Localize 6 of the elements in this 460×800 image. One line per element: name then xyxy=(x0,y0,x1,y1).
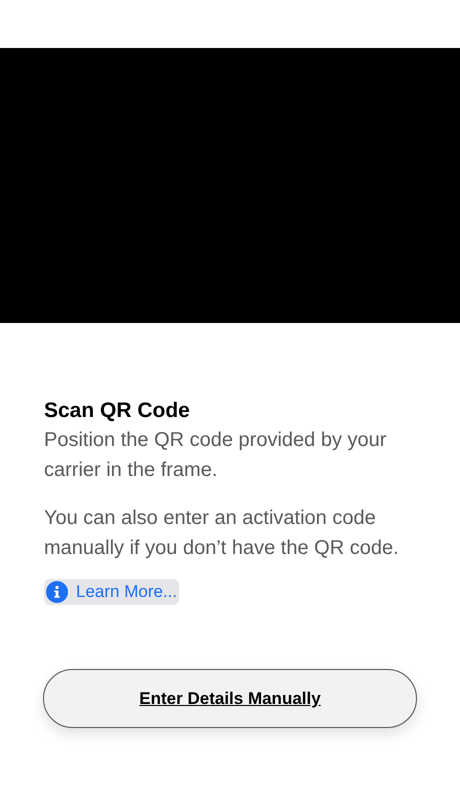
enter-details-manually-button[interactable]: Enter Details Manually xyxy=(43,669,417,728)
title: Scan QR Code xyxy=(44,398,191,424)
description: Position the QR code provided by your carrier in the frame. xyxy=(44,428,388,483)
learn-more-button[interactable]: Learn More... xyxy=(44,579,180,605)
info-icon xyxy=(46,581,68,603)
description: You can also enter an activation code manually if you don’t have the QR code. xyxy=(44,506,400,561)
